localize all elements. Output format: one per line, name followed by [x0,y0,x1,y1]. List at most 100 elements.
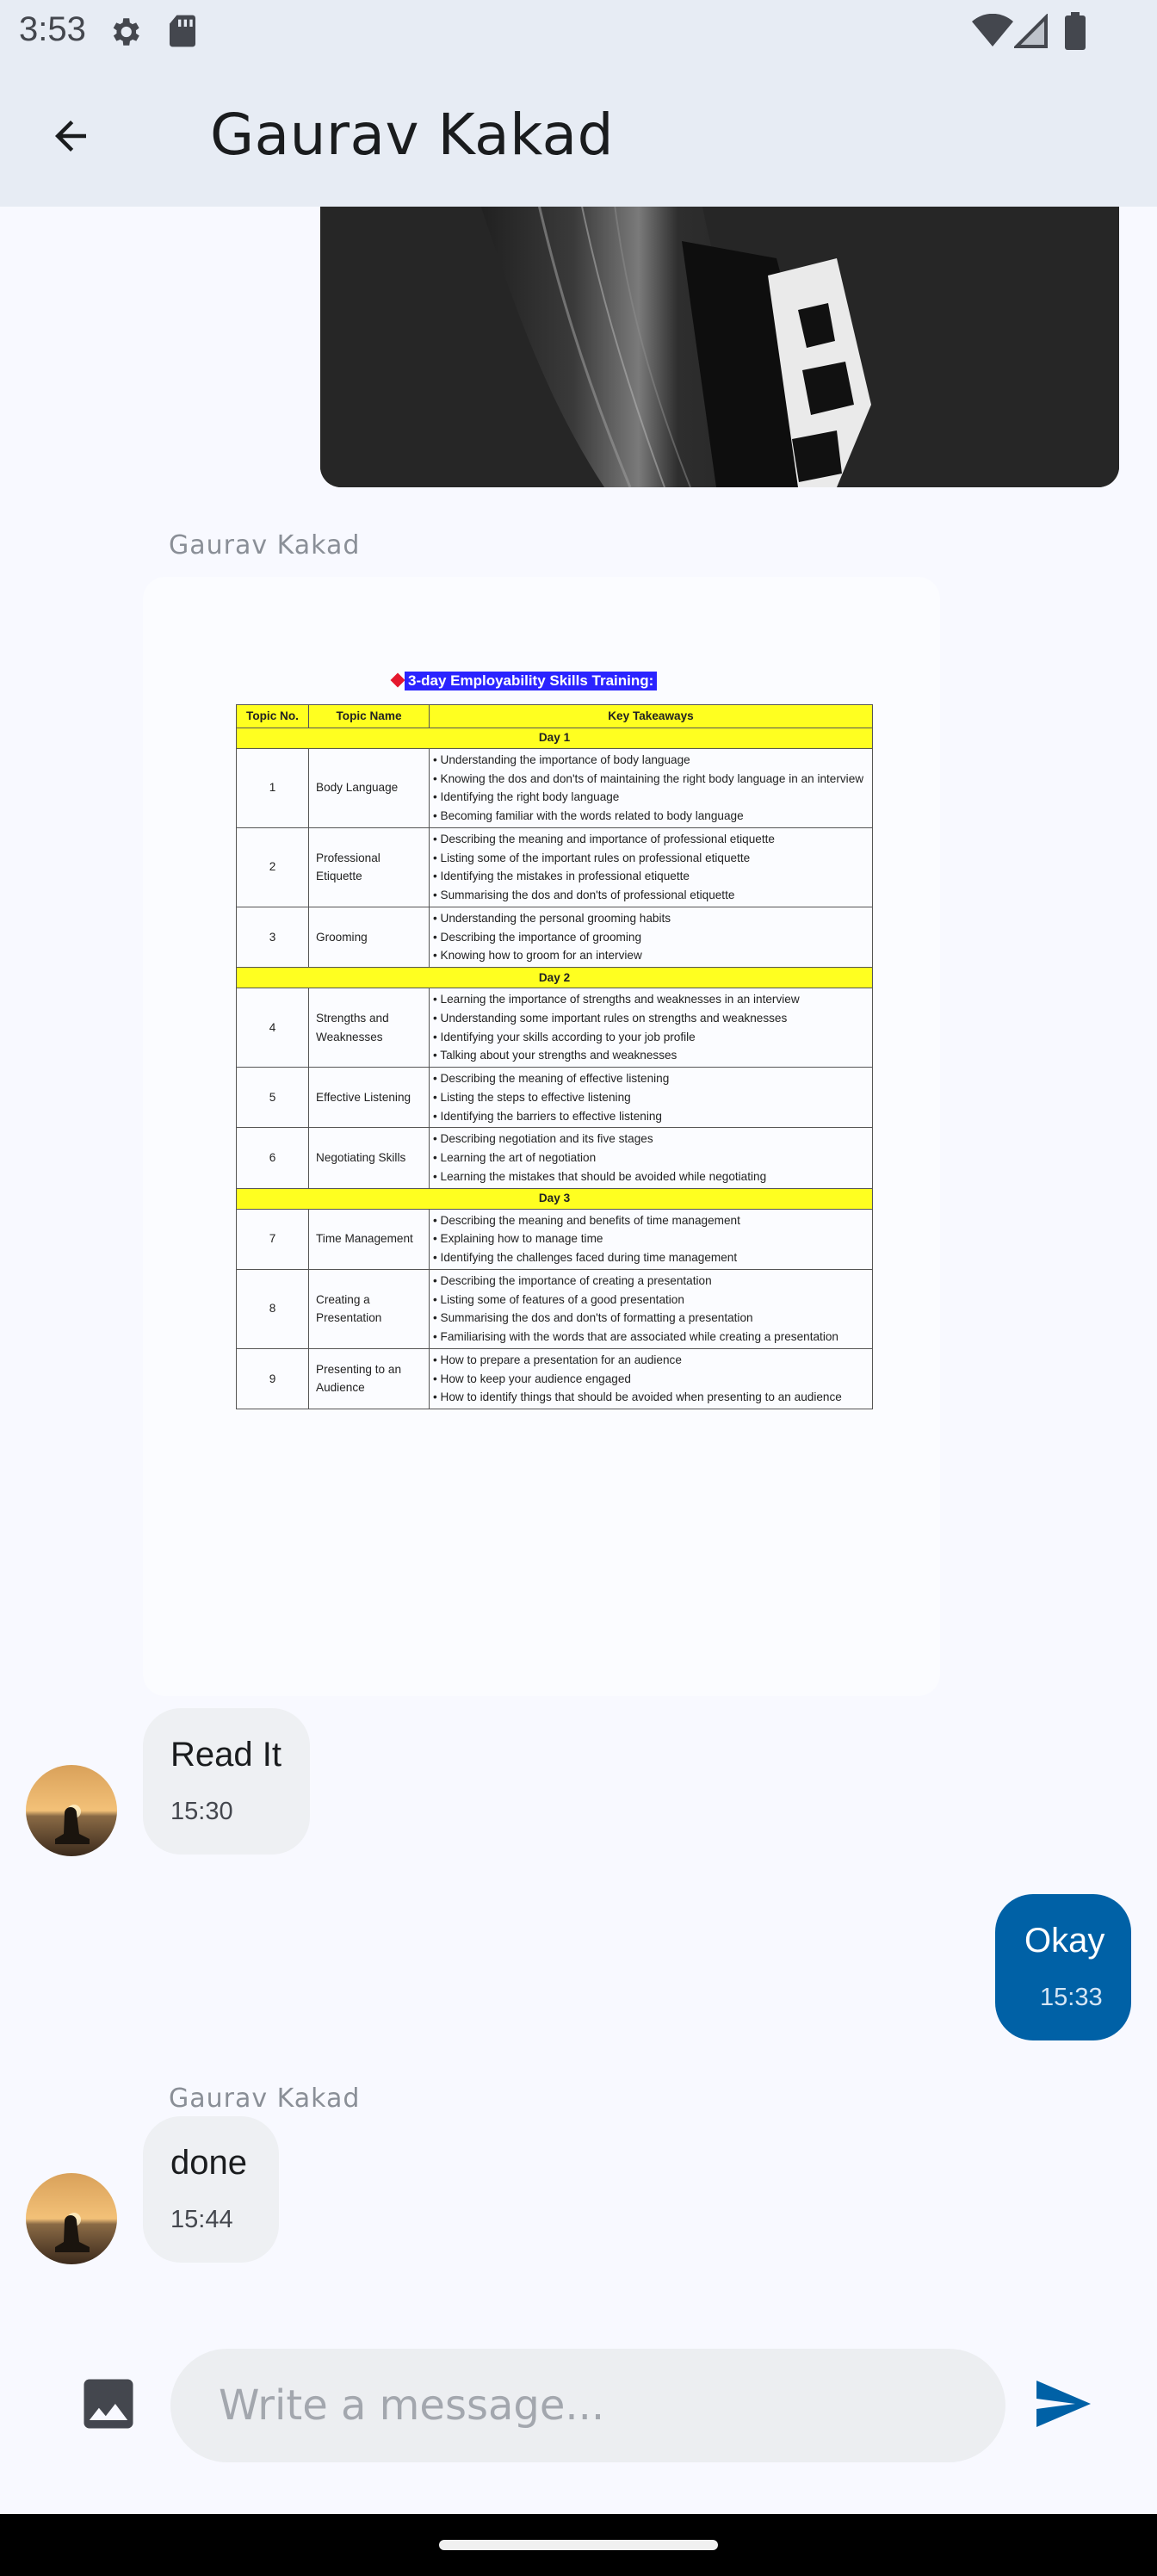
photo [320,207,1119,487]
takeaway-item: • Understanding the personal grooming ha… [433,911,671,925]
topic-name: Creating a Presentation [308,1268,430,1349]
day-header: Day 1 [236,727,873,749]
takeaway-item: • Identifying your skills according to y… [433,1030,696,1043]
app-bar: Gaurav Kakad [0,64,1157,207]
takeaway-item: • Describing the importance of creating … [433,1273,712,1287]
image-icon [84,2379,133,2429]
topic-name: Effective Listening [308,1066,430,1129]
status-time: 3:53 [19,10,86,48]
takeaway-item: • Understanding some important rules on … [433,1011,788,1025]
key-takeaways: • Describing the meaning and benefits of… [429,1208,873,1270]
takeaway-item: • How to prepare a presentation for an a… [433,1353,682,1366]
takeaway-item: • Describing negotiation and its five st… [433,1132,653,1146]
table-row: 5 Effective Listening • Describing the mea… [236,1066,873,1129]
topic-name: Grooming [308,906,430,969]
sd-card-icon [170,15,195,47]
message-text: Read It [170,1736,282,1774]
topic-number: 4 [236,988,309,1068]
attach-image-button[interactable] [76,2371,141,2437]
avatar[interactable] [26,1765,117,1856]
document-preview: 3-day Employability Skills Training: Top… [236,672,890,1576]
status-bar: 3:53 [0,0,1157,64]
takeaway-item: • Learning the art of negotiation [433,1151,597,1164]
battery-icon [1065,12,1086,50]
takeaway-item: • Talking about your strengths and weakn… [433,1049,677,1062]
topic-name: Professional Etiquette [308,827,430,907]
topic-number: 5 [236,1066,309,1129]
key-takeaways: • Describing the importance of creating … [429,1268,873,1349]
key-takeaways: • Understanding the personal grooming ha… [429,906,873,969]
takeaway-item: • Describing the meaning and benefits of… [433,1213,740,1227]
topic-name: Presenting to an Audience [308,1347,430,1410]
message-time: 15:44 [170,2206,233,2233]
message-bubble-incoming[interactable]: done 15:44 [143,2116,279,2263]
avatar-photo [26,2173,117,2264]
table-row: 7 Time Management • Describing the meaning… [236,1208,873,1270]
takeaway-item: • Identifying the mistakes in profession… [433,870,690,883]
takeaway-item: • Identifying the challenges faced durin… [433,1251,738,1264]
back-button[interactable] [34,100,107,172]
image-message[interactable] [320,207,1119,487]
topic-number: 6 [236,1127,309,1189]
sender-name: Gaurav Kakad [169,530,361,560]
bullet-diamond-icon [390,672,405,688]
topic-number: 1 [236,747,309,828]
topic-name: Strengths and Weaknesses [308,988,430,1068]
wifi-icon [972,14,1013,46]
takeaway-item: • How to identify things that should be … [433,1390,842,1404]
message-composer [0,2333,1157,2514]
send-button[interactable] [1023,2364,1102,2443]
document-heading: 3-day Employability Skills Training: [405,672,658,690]
takeaway-item: • Identifying the barriers to effective … [433,1109,662,1123]
signal-icon [1014,14,1048,48]
takeaway-item: • Knowing how to groom for an interview [433,949,642,963]
send-icon [1036,2381,1091,2427]
sender-name: Gaurav Kakad [169,2084,361,2114]
table-row: 4 Strengths and Weaknesses • Learning the … [236,988,873,1068]
takeaway-item: • Identifying the right body language [433,790,620,804]
takeaway-item: • Listing some of the important rules on… [433,851,751,864]
takeaway-item: • Explaining how to manage time [433,1232,603,1246]
takeaway-item: • Listing some of features of a good pre… [433,1292,684,1306]
gear-icon [113,18,139,46]
arrow-back-icon [55,121,86,152]
takeaway-item: • Learning the importance of strengths a… [433,993,800,1006]
table-row: 3 Grooming • Understanding the personal gr… [236,906,873,969]
table-row: 1 Body Language • Understanding the import… [236,747,873,828]
takeaway-item: • Understanding the importance of body l… [433,752,690,766]
takeaway-item: • Describing the importance of grooming [433,930,642,944]
message-input[interactable] [170,2349,1005,2462]
home-gesture-handle[interactable] [439,2540,718,2550]
topic-number: 7 [236,1208,309,1270]
column-header: Key Takeaways [429,704,873,728]
avatar[interactable] [26,2173,117,2264]
table-row: 9 Presenting to an Audience • How to prepa… [236,1347,873,1410]
topic-number: 8 [236,1268,309,1349]
takeaway-item: • How to keep your audience engaged [433,1372,631,1385]
column-header: Topic Name [308,704,430,728]
message-list[interactable]: Gaurav Kakad 3-day Employability Skills … [0,207,1157,2333]
key-takeaways: • Learning the importance of strengths a… [429,988,873,1068]
column-header: Topic No. [236,704,309,728]
avatar-photo [26,1765,117,1856]
message-bubble-outgoing[interactable]: Okay 15:33 [995,1894,1131,2040]
document-message[interactable]: 3-day Employability Skills Training: Top… [143,577,940,1696]
key-takeaways: • Understanding the importance of body l… [429,747,873,828]
topic-number: 2 [236,827,309,907]
topic-name: Time Management [308,1208,430,1270]
training-table: Topic No. Topic Name Key Takeaways Day 1… [236,704,873,1410]
key-takeaways: • Describing the meaning of effective li… [429,1066,873,1129]
key-takeaways: • Describing negotiation and its five st… [429,1127,873,1189]
message-text: done [170,2144,247,2182]
takeaway-item: • Describing the meaning of effective li… [433,1072,670,1085]
chat-title: Gaurav Kakad [210,102,614,168]
message-time: 15:30 [170,1798,233,1825]
takeaway-item: • Summarising the dos and don'ts of form… [433,1311,753,1325]
table-row: 8 Creating a Presentation • Describing the… [236,1268,873,1349]
message-text: Okay [1024,1922,1105,1960]
takeaway-item: • Summarising the dos and don'ts of prof… [433,889,735,901]
system-nav-bar [0,2514,1157,2576]
message-bubble-incoming[interactable]: Read It 15:30 [143,1708,310,1855]
table-row: 6 Negotiating Skills • Describing negotiat… [236,1127,873,1189]
day-header: Day 3 [236,1187,873,1210]
